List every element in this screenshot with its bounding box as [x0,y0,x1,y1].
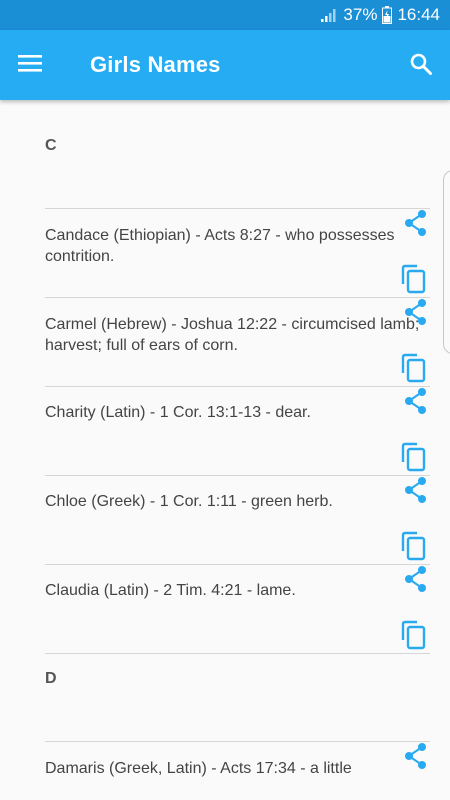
share-icon [403,565,429,598]
signal-icon [320,7,338,23]
entry-text: Damaris (Greek, Latin) - Acts 17:34 - a … [45,760,352,777]
copy-button[interactable] [399,442,429,477]
share-icon [403,742,429,775]
hamburger-menu-icon [17,53,43,78]
divider [45,741,430,742]
copy-icon [400,264,428,299]
entry-text: Claudia (Latin) - 2 Tim. 4:21 - lame. [45,582,296,599]
search-icon [409,52,433,81]
copy-icon [400,353,428,388]
app-bar: Girls Names [0,30,450,100]
share-icon [403,298,429,331]
divider [45,564,430,565]
copy-icon [400,620,428,655]
section-header-c: C [45,137,57,154]
share-button[interactable] [401,565,431,598]
share-icon [403,209,429,242]
share-icon [403,476,429,509]
divider [45,653,430,654]
share-button[interactable] [401,476,431,509]
divider [45,386,430,387]
share-button[interactable] [401,298,431,331]
divider [45,297,430,298]
share-button[interactable] [401,742,431,775]
section-header-d: D [45,670,57,687]
copy-button[interactable] [399,353,429,388]
copy-icon [400,531,428,566]
entry-text: Charity (Latin) - 1 Cor. 13:1-13 - dear. [45,404,311,421]
share-icon [403,387,429,420]
fast-scroll-handle[interactable] [443,170,450,354]
share-button[interactable] [401,209,431,242]
page-title: Girls Names [90,52,221,77]
status-bar: 37% 16:44 [0,0,450,30]
share-button[interactable] [401,387,431,420]
copy-button[interactable] [399,620,429,655]
divider [45,208,430,209]
divider [45,475,430,476]
battery-percent: 37% [343,5,378,24]
copy-icon [400,442,428,477]
battery-icon [382,6,393,24]
status-indicators: 37% 16:44 [320,4,440,26]
menu-button[interactable] [14,51,46,79]
entry-text: Chloe (Greek) - 1 Cor. 1:11 - green herb… [45,493,333,510]
entry-text: Carmel (Hebrew) - Joshua 12:22 - circumc… [45,316,420,354]
copy-button[interactable] [399,531,429,566]
copy-button[interactable] [399,264,429,299]
clock: 16:44 [397,5,440,24]
names-list[interactable]: C Candace (Ethiopian) - Acts 8:27 - who … [0,100,450,800]
entry-text: Candace (Ethiopian) - Acts 8:27 - who po… [45,227,395,265]
search-button[interactable] [406,51,436,81]
